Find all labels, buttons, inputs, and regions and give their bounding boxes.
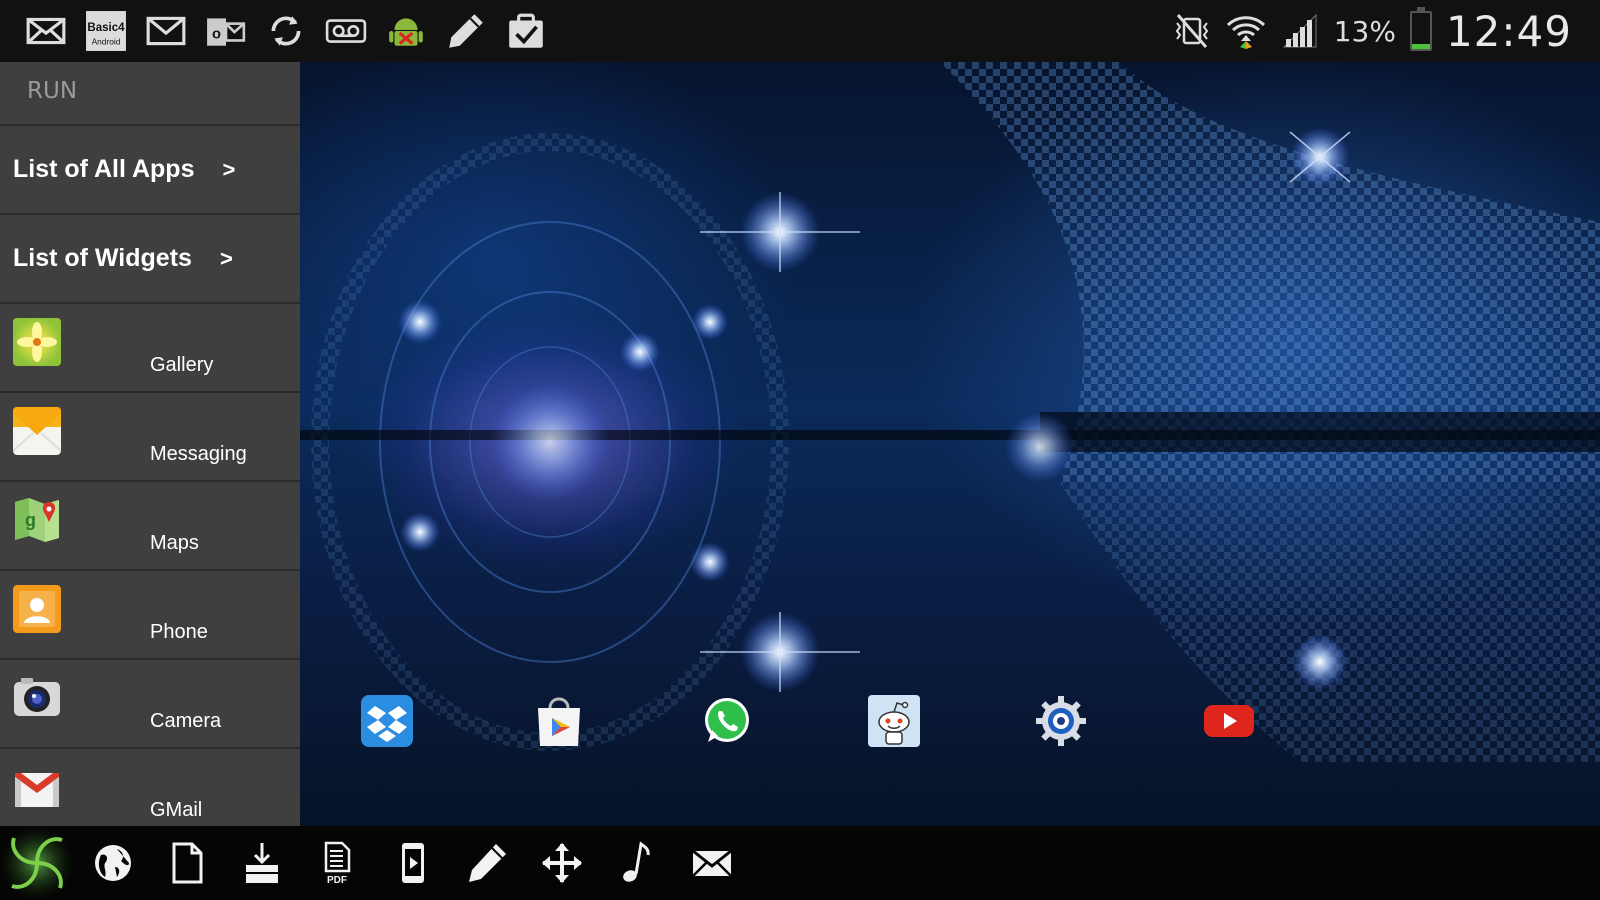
document-icon[interactable] [162, 838, 212, 888]
pencil-icon[interactable] [462, 838, 512, 888]
bottom-toolbar: PDF [0, 826, 1600, 900]
app-item-camera[interactable]: Camera [0, 658, 300, 747]
phone-icon [13, 585, 61, 633]
pencil-icon[interactable] [444, 9, 488, 53]
dropbox-icon[interactable] [360, 694, 414, 748]
app-item-phone[interactable]: Phone [0, 569, 300, 658]
status-bar: Basic4 Android o 13% 12:49 [0, 0, 1600, 62]
clipboard-check-icon[interactable] [504, 9, 548, 53]
settings-icon[interactable] [1034, 694, 1088, 748]
list-all-apps-button[interactable]: List of All Apps > [0, 124, 300, 213]
whatsapp-icon[interactable] [700, 694, 754, 748]
list-widgets-label: List of Widgets [13, 244, 192, 272]
move-icon[interactable] [537, 838, 587, 888]
youtube-icon[interactable] [1202, 694, 1256, 748]
home-screen[interactable] [300, 62, 1600, 826]
play-store-icon[interactable] [532, 694, 586, 748]
gmail-app-icon [15, 773, 59, 807]
pdf-icon[interactable]: PDF [312, 838, 362, 888]
app-label: Camera [150, 710, 222, 732]
mail-icon[interactable] [24, 9, 68, 53]
app-item-gmail[interactable]: GMail [0, 747, 300, 826]
app-label: Gallery [150, 354, 214, 376]
system-status: 13% 12:49 [1172, 7, 1600, 56]
app-label: GMail [150, 799, 203, 821]
notification-icons: Basic4 Android o [0, 9, 548, 53]
mail-icon[interactable] [687, 838, 737, 888]
battery-fill [1411, 44, 1430, 49]
basic4android-text-1: Basic4 [87, 22, 125, 34]
music-icon[interactable] [612, 838, 662, 888]
basic4android-icon[interactable]: Basic4 Android [84, 9, 128, 53]
maps-icon: g [15, 498, 59, 542]
svg-text:g: g [25, 510, 36, 530]
signal-icon [1282, 13, 1317, 48]
battery-percent: 13% [1333, 14, 1396, 48]
svg-text:o: o [212, 26, 221, 42]
app-label: Messaging [150, 443, 247, 465]
sync-icon[interactable] [264, 9, 308, 53]
app-label: Maps [150, 532, 199, 554]
wifi-icon [1226, 16, 1265, 49]
launcher-logo-icon[interactable] [0, 826, 74, 900]
gmail-icon[interactable] [144, 9, 188, 53]
mute-vibrate-icon [1175, 14, 1208, 48]
camera-icon [14, 678, 60, 716]
pdf-icon-label: PDF [327, 875, 347, 885]
gallery-icon [13, 318, 61, 366]
messaging-icon [13, 407, 61, 455]
outlook-icon[interactable]: o [204, 9, 248, 53]
app-dock [300, 692, 1600, 772]
run-side-panel: RUN List of All Apps > List of Widgets >… [0, 62, 300, 826]
android-debug-icon[interactable] [384, 9, 428, 53]
list-all-apps-label: List of All Apps [13, 155, 195, 183]
list-widgets-button[interactable]: List of Widgets > [0, 213, 300, 302]
app-item-gallery[interactable]: Gallery [0, 302, 300, 391]
battery-icon [1409, 7, 1432, 51]
reddit-icon[interactable] [867, 694, 921, 748]
download-icon[interactable] [237, 838, 287, 888]
basic4android-text-2: Android [92, 37, 121, 47]
run-section-label: RUN [27, 78, 78, 104]
app-item-messaging[interactable]: Messaging [0, 391, 300, 480]
mobile-icon[interactable] [388, 838, 438, 888]
clock: 12:49 [1445, 6, 1572, 56]
chevron-right-icon: > [222, 156, 236, 182]
voicemail-icon[interactable] [324, 9, 368, 53]
app-item-maps[interactable]: g Maps [0, 480, 300, 569]
app-label: Phone [150, 621, 208, 643]
globe-icon[interactable] [88, 838, 138, 888]
chevron-right-icon: > [219, 245, 233, 271]
